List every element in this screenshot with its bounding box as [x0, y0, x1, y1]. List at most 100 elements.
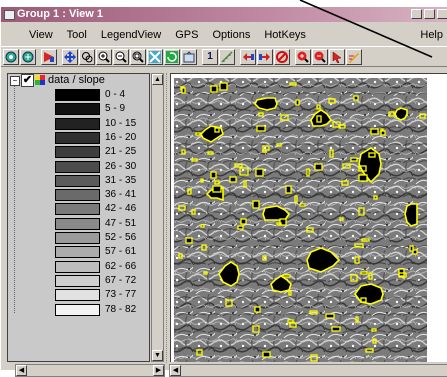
- slope-polygon: [254, 306, 261, 313]
- legend-entry[interactable]: 21 - 25: [8, 145, 149, 159]
- legend-horizontal-scrollbar[interactable]: ◀ ▶: [15, 364, 165, 377]
- slope-polygon: [262, 351, 271, 358]
- legend-entry[interactable]: 52 - 56: [8, 231, 149, 245]
- overview-icon[interactable]: [181, 49, 197, 65]
- legend-entry[interactable]: 0 - 4: [8, 88, 149, 102]
- toolbar: 1: [1, 46, 447, 67]
- menu-help[interactable]: Help: [420, 26, 443, 44]
- legend-entry[interactable]: 73 - 77: [8, 288, 149, 302]
- back-icon[interactable]: [240, 49, 256, 65]
- legend-label: 57 - 61: [105, 246, 137, 258]
- legend-swatch: [55, 274, 100, 287]
- slope-polygon: [353, 95, 359, 101]
- legend-layer-row[interactable]: − ✔ data / slope: [8, 74, 149, 87]
- map-horizontal-scrollbar[interactable]: ◀: [169, 364, 447, 377]
- scroll-down-button[interactable]: ▼: [152, 350, 163, 361]
- slope-polygon: [240, 218, 247, 225]
- legend-swatch: [55, 117, 100, 130]
- pane-splitter[interactable]: [166, 73, 169, 363]
- maximize-button[interactable]: [424, 9, 435, 19]
- menu-options[interactable]: Options: [205, 26, 257, 44]
- pan-icon[interactable]: [62, 49, 78, 65]
- collapse-icon[interactable]: −: [10, 76, 20, 86]
- menu-view[interactable]: View: [1, 26, 60, 44]
- view-alt-icon[interactable]: [20, 49, 36, 65]
- zoom-out-red-icon[interactable]: [312, 49, 328, 65]
- slope-polygon: [404, 203, 418, 227]
- slope-polygon: [409, 245, 414, 252]
- measure-icon[interactable]: [219, 49, 235, 65]
- legend-label: 42 - 46: [105, 203, 137, 215]
- redraw-icon[interactable]: [164, 49, 180, 65]
- slope-raster-map[interactable]: [171, 74, 447, 362]
- legend-entry[interactable]: 26 - 30: [8, 160, 149, 174]
- zoom-in-icon[interactable]: [96, 49, 112, 65]
- slope-polygon: [282, 274, 291, 278]
- legend-swatch: [55, 232, 100, 244]
- full-extent-icon[interactable]: [147, 49, 163, 65]
- legend-label: 5 - 9: [105, 103, 126, 115]
- slope-polygon: [255, 168, 264, 177]
- legend-entry[interactable]: 78 - 82: [8, 303, 149, 317]
- close-button[interactable]: [437, 9, 447, 19]
- layer-visibility-checkbox[interactable]: ✔: [21, 74, 34, 87]
- scroll-right-button[interactable]: ▶: [153, 365, 164, 376]
- map-view[interactable]: [170, 73, 447, 362]
- legend-entry[interactable]: 67 - 72: [8, 274, 149, 288]
- legend-label: 26 - 30: [105, 160, 137, 172]
- sketch-icon[interactable]: [346, 49, 362, 65]
- menu-tool[interactable]: Tool: [60, 26, 94, 44]
- legend-entry[interactable]: 36 - 41: [8, 188, 149, 202]
- window-menu-icon[interactable]: [4, 10, 15, 20]
- slope-polygon: [195, 132, 201, 136]
- zoom-box-icon[interactable]: [130, 49, 146, 65]
- menu-hotkeys[interactable]: HotKeys: [257, 26, 313, 44]
- stop-icon[interactable]: [274, 49, 290, 65]
- scroll-up-button[interactable]: ▲: [152, 74, 163, 85]
- zoom-in-red-icon[interactable]: [295, 49, 311, 65]
- menu-gps[interactable]: GPS: [168, 26, 205, 44]
- scroll-left-button[interactable]: ◀: [16, 365, 27, 376]
- scale-one-icon[interactable]: 1: [202, 49, 218, 65]
- legend-entry[interactable]: 31 - 35: [8, 174, 149, 188]
- legend-swatch: [55, 217, 100, 230]
- legend-entry[interactable]: 10 - 15: [8, 117, 149, 131]
- legend-label: 47 - 51: [105, 217, 137, 229]
- slope-polygon: [370, 128, 379, 135]
- legend-entry[interactable]: 16 - 20: [8, 131, 149, 145]
- view-icon[interactable]: [3, 49, 19, 65]
- legend-swatch: [55, 289, 100, 302]
- legend-swatch: [55, 246, 100, 259]
- menu-legendview[interactable]: LegendView: [94, 26, 168, 44]
- minimize-button[interactable]: [411, 9, 422, 19]
- legend-swatch: [55, 131, 100, 144]
- select-icon[interactable]: [41, 49, 57, 65]
- slope-polygon: [314, 163, 323, 171]
- slope-polygon: [299, 203, 306, 207]
- forward-icon[interactable]: [257, 49, 273, 65]
- slope-polygon: [380, 130, 386, 136]
- legend-swatch: [55, 303, 100, 316]
- legend-label: 0 - 4: [105, 89, 126, 100]
- legend-entry[interactable]: 42 - 46: [8, 202, 149, 216]
- legend-entry[interactable]: 47 - 51: [8, 217, 149, 231]
- slope-polygon: [212, 185, 222, 193]
- zoom-region-icon[interactable]: [79, 49, 95, 65]
- map-scroll-left-button[interactable]: ◀: [170, 365, 181, 376]
- raster-layer-icon: [35, 75, 45, 85]
- title-bar[interactable]: Group 1 : View 1: [1, 7, 447, 22]
- legend-pane: − ✔ data / slope 0 - 4 5 - 9 10 - 15 16 - 2…: [7, 73, 150, 362]
- arrow-pointer-icon[interactable]: [329, 49, 345, 65]
- legend-label: 62 - 66: [105, 260, 137, 272]
- legend-entry[interactable]: 5 - 9: [8, 102, 149, 116]
- legend-entry[interactable]: 62 - 66: [8, 260, 149, 274]
- slope-polygon: [210, 171, 217, 179]
- window-title: Group 1 : View 1: [17, 8, 103, 20]
- legend-label: 10 - 15: [105, 117, 137, 129]
- legend-vertical-scrollbar[interactable]: ▲ ▼: [151, 73, 164, 362]
- slope-polygon: [285, 185, 292, 194]
- legend-entry[interactable]: 57 - 61: [8, 245, 149, 259]
- zoom-out-icon[interactable]: [113, 49, 129, 65]
- legend-label: 78 - 82: [105, 303, 137, 315]
- slope-polygon: [254, 97, 278, 111]
